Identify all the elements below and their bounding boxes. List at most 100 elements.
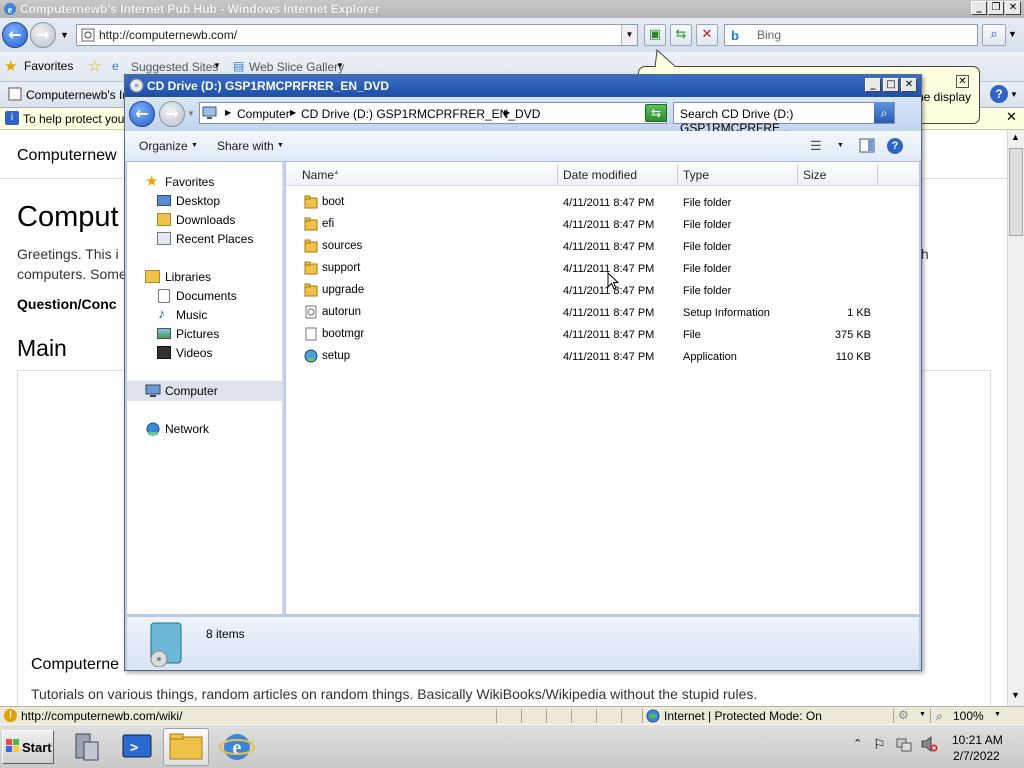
nav-network[interactable]: Network	[127, 419, 282, 439]
explorer-search-icon[interactable]: ⌕	[874, 103, 894, 123]
column-name[interactable]: Name	[302, 168, 334, 182]
taskbar-powershell[interactable]: >	[114, 728, 160, 766]
organize-button[interactable]: Organize	[139, 139, 188, 153]
table-row[interactable]: sources 4/11/2011 8:47 PM File folder	[286, 236, 919, 258]
address-dropdown-icon[interactable]: ▼	[621, 25, 637, 45]
restore-button[interactable]: ❐	[988, 1, 1004, 15]
volume-muted-icon[interactable]	[920, 736, 938, 752]
minimize-button[interactable]: _	[971, 1, 987, 15]
nav-recent-places[interactable]: Recent Places	[127, 229, 282, 249]
search-button[interactable]: ⌕	[982, 24, 1006, 46]
nav-computer-label: Computer	[165, 384, 218, 398]
view-options-icon[interactable]: ☰	[810, 138, 822, 154]
nav-downloads[interactable]: Downloads	[127, 210, 282, 230]
table-row[interactable]: upgrade 4/11/2011 8:47 PM File folder	[286, 280, 919, 302]
explorer-forward-button[interactable]: →	[159, 101, 185, 127]
column-date-modified[interactable]: Date modified	[563, 168, 637, 182]
infobar-close-icon[interactable]: ✕	[1006, 110, 1017, 125]
taskbar-server-manager[interactable]	[64, 728, 110, 766]
action-center-flag-icon[interactable]: ⚐	[873, 736, 886, 753]
breadcrumb-separator-icon[interactable]: ▶	[290, 108, 296, 117]
show-hidden-icons-icon[interactable]: ⌃	[853, 737, 862, 750]
table-row[interactable]: bootmgr 4/11/2011 8:47 PM File 375 KB	[286, 324, 919, 346]
back-button[interactable]: ←	[2, 22, 28, 48]
taskbar-explorer[interactable]	[163, 728, 209, 766]
nav-documents[interactable]: Documents	[127, 286, 282, 306]
ie-title-bar[interactable]: e Computernewb's Internet Pub Hub - Wind…	[0, 0, 1024, 18]
file-list[interactable]: Name ▲ Date modified Type Size boot 4/11/…	[286, 162, 919, 614]
breadcrumb[interactable]: ▶ Computer ▶ CD Drive (D:) GSP1RMCPRFRER…	[199, 102, 667, 124]
compatibility-view-button[interactable]: ▣	[644, 24, 666, 46]
explorer-help-icon[interactable]: ?	[887, 138, 903, 154]
navigation-pane[interactable]: ★ Favorites Desktop Downloads Recent Pla…	[127, 162, 284, 614]
nav-libraries[interactable]: Libraries	[127, 267, 282, 287]
clock-time[interactable]: 10:21 AM	[952, 733, 1003, 747]
setup-info-icon	[304, 305, 318, 319]
view-dropdown-icon[interactable]: ▼	[837, 142, 844, 149]
breadcrumb-separator-icon[interactable]: ▶	[225, 108, 231, 117]
security-icon[interactable]: ⚙	[898, 708, 909, 722]
scroll-down-icon[interactable]: ▼	[1011, 690, 1020, 700]
table-row[interactable]: support 4/11/2011 8:47 PM File folder	[286, 258, 919, 280]
explorer-refresh-icon[interactable]: ⇆	[645, 104, 667, 122]
start-button[interactable]: Start	[2, 730, 54, 764]
scroll-thumb[interactable]	[1009, 148, 1023, 236]
favorites-button[interactable]: Favorites	[24, 59, 73, 73]
explorer-minimize-button[interactable]: _	[865, 78, 881, 92]
explorer-search-input[interactable]: Search CD Drive (D:) GSP1RMCPRFRE... ⌕	[673, 102, 895, 135]
address-text: http://computernewb.com/	[99, 28, 238, 42]
ie-window-title: Computernewb's Internet Pub Hub - Window…	[20, 2, 380, 16]
taskbar-internet-explorer[interactable]: e	[214, 728, 260, 766]
balloon-close-icon[interactable]: ✕	[956, 75, 969, 88]
search-input[interactable]: b Bing	[724, 24, 978, 46]
recent-pages-dropdown-icon[interactable]: ▼	[60, 30, 69, 40]
add-favorites-icon[interactable]: ☆	[88, 57, 101, 75]
explorer-title-bar[interactable]: CD Drive (D:) GSP1RMCPRFRER_EN_DVD _ □ ✕	[125, 75, 921, 97]
zoom-level[interactable]: 100%	[953, 709, 984, 723]
refresh-button[interactable]: ⇆	[670, 24, 692, 46]
web-slice-dropdown-icon[interactable]: ▼	[336, 61, 344, 70]
column-type[interactable]: Type	[683, 168, 709, 182]
question-link[interactable]: Question/Conc	[17, 296, 117, 312]
suggested-sites-link[interactable]: Suggested Sites	[131, 60, 218, 74]
security-dropdown-icon[interactable]: ▼	[919, 711, 926, 718]
nav-pictures[interactable]: Pictures	[127, 324, 282, 344]
suggested-sites-dropdown-icon[interactable]: ▼	[213, 61, 221, 70]
nav-desktop[interactable]: Desktop	[127, 191, 282, 211]
explorer-back-button[interactable]: ←	[129, 101, 155, 127]
nav-videos[interactable]: Videos	[127, 343, 282, 363]
address-bar[interactable]: http://computernewb.com/ ▼	[76, 24, 638, 46]
preview-pane-icon[interactable]	[859, 138, 875, 153]
organize-dropdown-icon[interactable]: ▼	[191, 142, 198, 149]
forward-button[interactable]: →	[30, 22, 56, 48]
breadcrumb-separator-icon[interactable]: ▶	[504, 108, 510, 117]
zoom-dropdown-icon[interactable]: ▼	[994, 711, 1001, 718]
nav-favorites[interactable]: ★ Favorites	[127, 172, 282, 192]
web-slice-gallery-link[interactable]: Web Slice Gallery	[249, 60, 344, 74]
scroll-up-icon[interactable]: ▲	[1011, 132, 1020, 142]
close-button[interactable]: ✕	[1005, 1, 1021, 15]
nav-music[interactable]: ♪ Music	[127, 305, 282, 325]
table-row[interactable]: setup 4/11/2011 8:47 PM Application 110 KB	[286, 346, 919, 368]
help-dropdown-icon[interactable]: ▼	[1010, 90, 1018, 99]
table-row[interactable]: autorun 4/11/2011 8:47 PM Setup Informatio…	[286, 302, 919, 324]
zone-text[interactable]: Internet | Protected Mode: On	[664, 709, 822, 723]
explorer-close-button[interactable]: ✕	[901, 78, 917, 92]
network-tray-icon[interactable]	[896, 736, 912, 752]
status-bar: ! http://computernewb.com/wiki/ Internet…	[0, 706, 1024, 724]
stop-button[interactable]: ✕	[696, 24, 718, 46]
table-row[interactable]: efi 4/11/2011 8:47 PM File folder	[286, 214, 919, 236]
table-row[interactable]: boot 4/11/2011 8:47 PM File folder	[286, 192, 919, 214]
breadcrumb-computer[interactable]: Computer	[237, 107, 290, 121]
search-options-dropdown-icon[interactable]: ▼	[1008, 29, 1017, 39]
clock-date[interactable]: 2/7/2022	[953, 749, 1000, 763]
share-with-dropdown-icon[interactable]: ▼	[277, 142, 284, 149]
nav-computer[interactable]: Computer	[127, 381, 282, 401]
explorer-recent-dropdown-icon[interactable]: ▼	[187, 109, 195, 118]
page-scrollbar[interactable]: ▲ ▼	[1007, 130, 1024, 706]
column-size[interactable]: Size	[803, 168, 826, 182]
tab-computernewb[interactable]: Computernewb's Int	[26, 88, 132, 102]
explorer-maximize-button[interactable]: □	[883, 78, 899, 92]
help-icon[interactable]: ?	[990, 85, 1008, 103]
share-with-button[interactable]: Share with	[217, 139, 274, 153]
